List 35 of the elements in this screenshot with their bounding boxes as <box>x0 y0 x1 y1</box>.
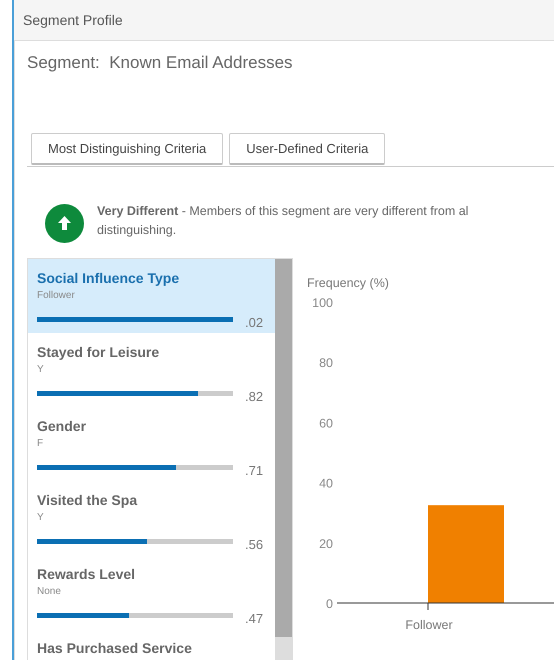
criteria-name: Visited the Spa <box>37 492 138 508</box>
criteria-name: Stayed for Leisure <box>37 344 160 360</box>
criteria-value: Follower <box>37 290 76 303</box>
criteria-name: Rewards Level <box>37 566 136 582</box>
criteria-value: None <box>37 586 62 599</box>
criteria-item[interactable]: Gender F .71 <box>28 407 275 481</box>
tick-label: 80 <box>319 356 333 370</box>
score-value: .71 <box>245 463 264 478</box>
tab[interactable]: Most Distinguishing Criteria <box>31 133 224 165</box>
summary-text: Very Different - Members of this segment are very different from al distinguishing. <box>97 203 468 239</box>
score-value: .47 <box>245 611 264 626</box>
tick-label: 100 <box>312 296 333 310</box>
criteria-value: Y <box>37 364 45 377</box>
criteria-name: Gender <box>37 418 88 434</box>
criteria-name: Social Influence Type <box>37 270 180 286</box>
axis-title: Frequency (%) <box>307 276 389 290</box>
score-value: .82 <box>245 389 264 404</box>
tick-label: 20 <box>319 536 333 551</box>
criteria-item[interactable]: Stayed for Leisure Y .82 <box>28 333 275 407</box>
score-value: .56 <box>245 537 264 552</box>
criteria-item[interactable]: Rewards Level None .47 <box>28 555 275 629</box>
criteria-item[interactable]: Has Purchased Service <box>28 629 275 660</box>
tick-label: 40 <box>319 476 333 491</box>
tab[interactable]: User-Defined Criteria <box>229 133 386 165</box>
criteria-name: Has Purchased Service <box>37 640 193 656</box>
criteria-item[interactable]: Social Influence Type Follower .02 <box>28 259 275 333</box>
tick-label: 60 <box>319 416 333 430</box>
criteria-value: F <box>37 438 44 451</box>
criteria-value: Y <box>37 512 45 525</box>
criteria-item[interactable]: Visited the Spa Y .56 <box>28 481 275 555</box>
segment-title: Segment: Known Email Addresses <box>27 53 294 74</box>
score-value: .02 <box>245 315 264 330</box>
category-label: Follower <box>405 618 453 632</box>
tick-label: 0 <box>326 597 333 611</box>
scrollbar[interactable] <box>275 259 292 660</box>
